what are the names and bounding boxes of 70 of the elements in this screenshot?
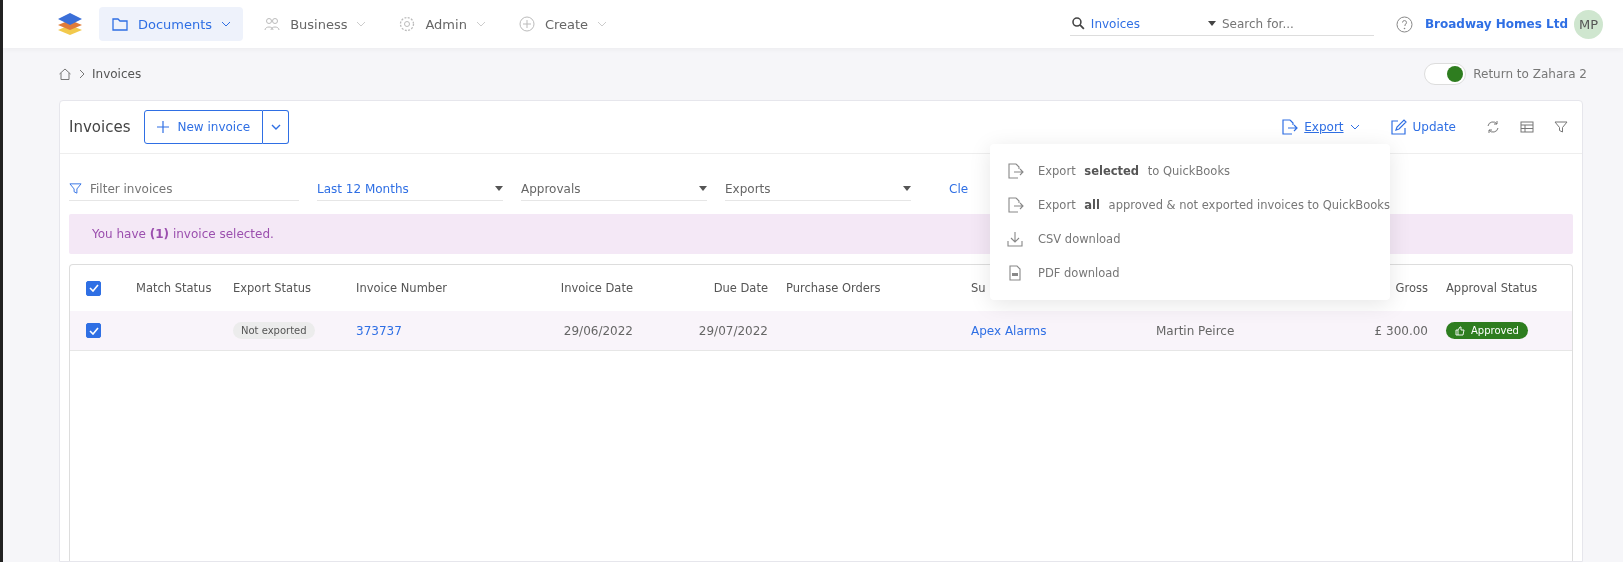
chevron-down-icon — [356, 21, 367, 27]
breadcrumb-current: Invoices — [92, 67, 142, 81]
table-cell: £ 300.00 — [1374, 323, 1428, 338]
chevron-down-icon — [597, 21, 608, 27]
column-header[interactable]: Invoice Number — [356, 281, 447, 295]
user-avatar[interactable]: MP — [1574, 9, 1603, 39]
filter-icon — [69, 182, 82, 195]
stacked-layers-logo[interactable] — [57, 11, 83, 37]
chevron-right-icon — [79, 69, 85, 79]
chevron-down-icon — [475, 21, 486, 27]
folder-icon — [111, 15, 129, 33]
thumbs-up-icon — [1455, 325, 1465, 336]
period-select[interactable]: Last 12 Months — [317, 177, 503, 201]
edit-icon — [1389, 118, 1407, 136]
column-header[interactable]: Su — [971, 281, 986, 295]
settings-icon — [398, 15, 417, 33]
card-title: Invoices — [69, 118, 131, 136]
column-header[interactable]: Purchase Orders — [786, 281, 881, 295]
chevron-down-icon — [221, 21, 232, 27]
search-scope[interactable]: Invoices — [1090, 16, 1202, 31]
update-link[interactable]: Update — [1412, 120, 1456, 134]
plus-circle-icon — [517, 15, 536, 33]
chevron-down-icon — [1349, 124, 1360, 130]
approvals-select[interactable]: Approvals — [521, 177, 707, 201]
export-link[interactable]: Export — [1304, 120, 1344, 134]
select-all-checkbox[interactable] — [86, 280, 101, 296]
row-checkbox[interactable] — [86, 323, 101, 338]
table-icon[interactable] — [1520, 120, 1534, 134]
filter-icon[interactable] — [1554, 120, 1568, 134]
new-invoice-menu-button[interactable] — [263, 110, 290, 144]
search-icon — [1071, 17, 1085, 30]
chevron-down-icon — [270, 124, 281, 130]
column-header[interactable]: Approval Status — [1446, 281, 1538, 295]
toggle-label: Return to Zahara 2 — [1473, 67, 1587, 81]
export-file-icon — [1006, 162, 1024, 180]
column-header[interactable]: Gross — [1395, 281, 1428, 295]
new-invoice-button[interactable]: New invoice — [144, 110, 264, 144]
column-header[interactable]: Export Status — [233, 281, 311, 295]
menu-item[interactable]: CSV download — [990, 222, 1390, 256]
menu-item[interactable]: Export selected to QuickBooks — [990, 154, 1390, 188]
export-file-icon — [1006, 196, 1024, 214]
table-cell: 29/06/2022 — [563, 323, 633, 338]
export-file-icon — [1280, 118, 1299, 136]
nav-menu-item[interactable]: Business — [251, 7, 379, 41]
column-header[interactable]: Invoice Date — [560, 281, 633, 295]
people-icon — [263, 15, 282, 33]
pdf-file-icon — [1006, 264, 1024, 282]
supplier-link[interactable]: Apex Alarms — [971, 323, 1047, 338]
dropdown-triangle-icon[interactable] — [1207, 21, 1216, 26]
invoice-number-link[interactable]: 373737 — [356, 323, 402, 338]
export-status-tag: Not exported — [233, 322, 315, 339]
plus-icon — [157, 121, 170, 133]
table-cell: 29/07/2022 — [698, 323, 768, 338]
column-header[interactable]: Match Status — [136, 281, 212, 295]
column-header[interactable]: Due Date — [713, 281, 768, 295]
toggle-switch[interactable] — [1424, 63, 1467, 85]
clear-link[interactable]: Cle — [949, 182, 969, 196]
download-icon — [1006, 230, 1024, 248]
nav-menu-item[interactable]: Create — [505, 7, 620, 41]
exports-select[interactable]: Exports — [725, 177, 911, 201]
menu-item[interactable]: PDF download — [990, 256, 1390, 290]
table-cell: Martin Peirce — [1156, 323, 1235, 338]
nav-menu-item[interactable]: Documents — [99, 7, 244, 41]
table-row[interactable]: Not exported 373737 29/06/2022 29/07/2022 Apex Alarms Martin Peirce £ 300.00 Approved — [70, 311, 1572, 351]
company-name[interactable]: Broadway Homes Ltd — [1424, 17, 1568, 31]
home-icon[interactable] — [58, 67, 72, 81]
refresh-icon[interactable] — [1486, 120, 1500, 134]
help-icon[interactable] — [1395, 15, 1413, 33]
nav-menu-item[interactable]: Admin — [386, 7, 498, 41]
approval-status-tag: Approved — [1446, 322, 1528, 339]
